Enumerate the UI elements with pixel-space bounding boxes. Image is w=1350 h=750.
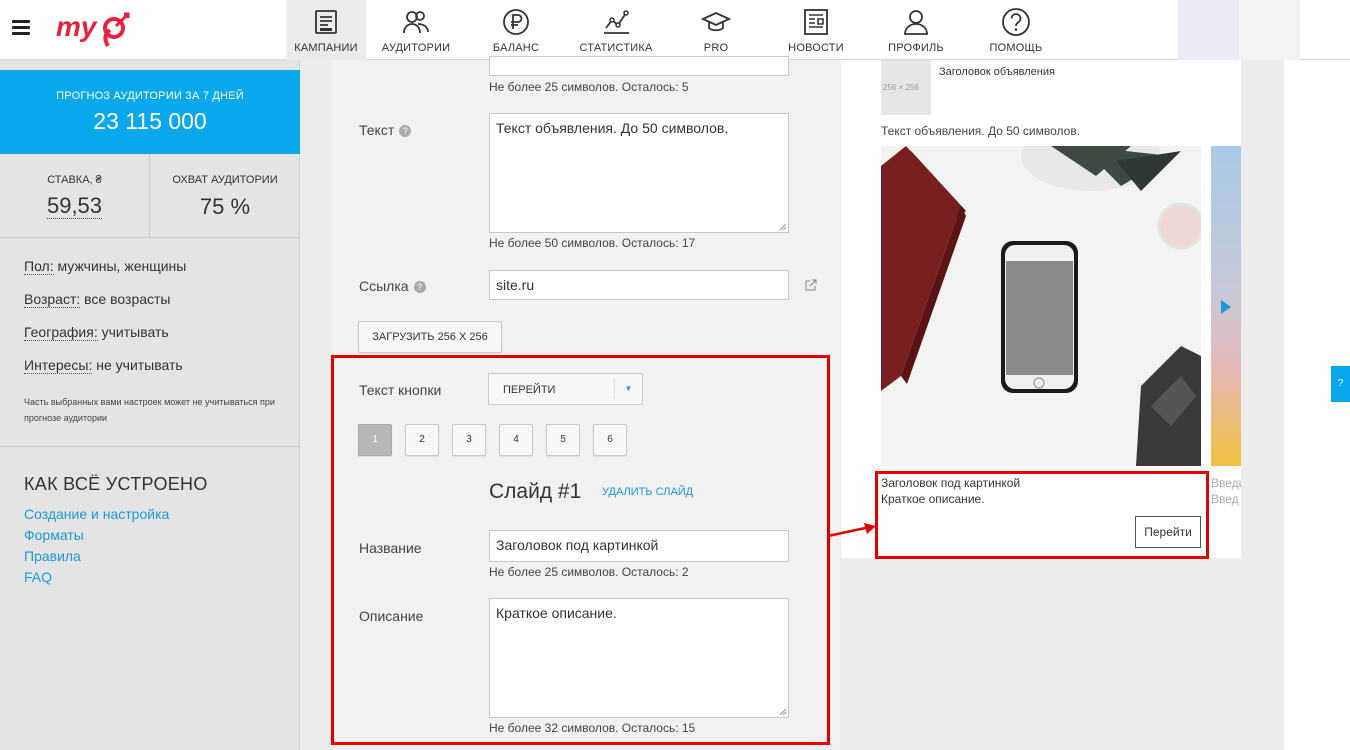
divider bbox=[0, 446, 300, 447]
link-setup[interactable]: Создание и настройка bbox=[24, 506, 169, 527]
help-icon bbox=[1002, 8, 1030, 36]
thumb-size: 256 × 256 bbox=[883, 83, 919, 92]
nav-audiences[interactable]: АУДИТОРИИ bbox=[366, 0, 466, 60]
resize-handle-icon[interactable] bbox=[779, 223, 787, 231]
next-caption-description: Введ bbox=[1211, 492, 1239, 506]
forecast-title: ПРОГНОЗ АУДИТОРИИ ЗА 7 ДНЕЙ bbox=[56, 90, 244, 102]
sidebar: ПРОГНОЗ АУДИТОРИИ ЗА 7 ДНЕЙ 23 115 000 С… bbox=[0, 60, 300, 750]
nav-pro[interactable]: PRO bbox=[666, 0, 766, 60]
link-faq[interactable]: FAQ bbox=[24, 569, 169, 590]
reach-stat: ОХВАТ АУДИТОРИИ 75 % bbox=[150, 154, 300, 238]
link-label: Ссылка? bbox=[359, 278, 426, 294]
param-value: учитывать bbox=[97, 324, 169, 340]
nav-label: ПРОФИЛЬ bbox=[888, 42, 944, 54]
question-icon[interactable]: ? bbox=[413, 281, 426, 293]
param-gender: Пол: мужчины, женщины bbox=[24, 258, 186, 291]
highlight-box bbox=[331, 355, 830, 745]
slide-image bbox=[881, 146, 1201, 466]
next-caption-title: Введи bbox=[1211, 476, 1241, 490]
param-age: Возраст: все возрасты bbox=[24, 291, 186, 324]
upload-button[interactable]: ЗАГРУЗИТЬ 256 X 256 bbox=[358, 321, 502, 353]
right-panel bbox=[1284, 60, 1350, 750]
nav-label: БАЛАНС bbox=[492, 42, 540, 54]
news-icon bbox=[804, 9, 828, 35]
nav-profile[interactable]: ПРОФИЛЬ bbox=[866, 0, 966, 60]
preview-thumbnail: 256 × 256 bbox=[881, 60, 931, 115]
how-it-works-title: КАК ВСЁ УСТРОЕНО bbox=[24, 474, 208, 494]
main-nav: КАМПАНИИ АУДИТОРИИ БАЛАНС СТАТИСТИКА PRO… bbox=[286, 0, 1066, 60]
next-arrow-icon[interactable] bbox=[1221, 300, 1231, 314]
nav-help[interactable]: ПОМОЩЬ bbox=[966, 0, 1066, 60]
param-key[interactable]: География: bbox=[24, 324, 98, 341]
targeting-params: Пол: мужчины, женщины Возраст: все возра… bbox=[24, 258, 186, 390]
highlight-box bbox=[875, 471, 1209, 559]
link-rules[interactable]: Правила bbox=[24, 548, 169, 569]
preview-headline: Заголовок объявления bbox=[939, 66, 1055, 78]
nav-campaigns[interactable]: КАМПАНИИ bbox=[286, 0, 366, 60]
top-bar-filler bbox=[1239, 0, 1300, 60]
param-geo: География: учитывать bbox=[24, 324, 186, 357]
audience-forecast: ПРОГНОЗ АУДИТОРИИ ЗА 7 ДНЕЙ 23 115 000 bbox=[0, 70, 300, 154]
title-input[interactable] bbox=[489, 56, 789, 76]
campaigns-icon bbox=[315, 10, 337, 34]
stats-row: СТАВКА, ₴ 59,53 ОХВАТ АУДИТОРИИ 75 % bbox=[0, 154, 300, 238]
text-label-text: Текст bbox=[359, 122, 395, 138]
param-value: все возрасты bbox=[80, 291, 171, 307]
param-key[interactable]: Интересы: bbox=[24, 357, 93, 374]
link-formats[interactable]: Форматы bbox=[24, 527, 169, 548]
nav-label: НОВОСТИ bbox=[788, 42, 844, 54]
param-key[interactable]: Возраст: bbox=[24, 291, 81, 308]
bid-stat: СТАВКА, ₴ 59,53 bbox=[0, 154, 150, 238]
help-tab[interactable]: ? bbox=[1331, 366, 1350, 402]
link-input[interactable]: site.ru bbox=[489, 270, 789, 300]
nav-label: АУДИТОРИИ bbox=[381, 42, 451, 54]
audiences-icon bbox=[403, 11, 429, 34]
external-link-icon[interactable] bbox=[805, 279, 817, 291]
text-hint: Не более 50 символов. Осталось: 17 bbox=[489, 236, 696, 250]
nav-balance[interactable]: БАЛАНС bbox=[466, 0, 566, 60]
nav-news[interactable]: НОВОСТИ bbox=[766, 0, 866, 60]
nav-label: ПОМОЩЬ bbox=[989, 42, 1043, 54]
param-key[interactable]: Пол: bbox=[24, 258, 54, 275]
param-value: мужчины, женщины bbox=[53, 258, 187, 274]
param-value: не учитывать bbox=[92, 357, 183, 373]
question-icon[interactable]: ? bbox=[399, 125, 412, 137]
top-bar-filler bbox=[1178, 0, 1239, 60]
text-textarea[interactable]: Текст объявления. До 50 символов. bbox=[489, 113, 789, 233]
nav-label: КАМПАНИИ bbox=[294, 42, 358, 54]
mytarget-logo[interactable]: my bbox=[54, 6, 138, 54]
link-label-text: Ссылка bbox=[359, 278, 409, 294]
menu-icon[interactable] bbox=[12, 20, 30, 36]
nav-label: СТАТИСТИКА bbox=[579, 42, 653, 54]
nav-label: PRO bbox=[703, 42, 729, 54]
reach-value: 75 % bbox=[199, 194, 251, 219]
text-label: Текст? bbox=[359, 122, 412, 138]
link-value: site.ru bbox=[496, 277, 535, 293]
text-value: Текст объявления. До 50 символов. bbox=[496, 120, 729, 136]
chart-icon bbox=[604, 10, 629, 34]
user-icon bbox=[904, 10, 928, 35]
bid-value[interactable]: 59,53 bbox=[46, 194, 103, 219]
title-hint: Не более 25 символов. Осталось: 5 bbox=[489, 80, 689, 94]
forecast-note: Часть выбранных вами настроек может не у… bbox=[24, 397, 275, 423]
preview-text: Текст объявления. До 50 символов. bbox=[881, 124, 1081, 138]
arrow-icon bbox=[827, 523, 876, 538]
forecast-value: 23 115 000 bbox=[93, 108, 207, 134]
nav-statistics[interactable]: СТАТИСТИКА bbox=[566, 0, 666, 60]
graduation-cap-icon bbox=[701, 12, 731, 32]
param-interests: Интересы: не учитывать bbox=[24, 357, 186, 390]
svg-text:my: my bbox=[56, 11, 98, 42]
ruble-icon bbox=[503, 9, 529, 35]
help-links: Создание и настройка Форматы Правила FAQ bbox=[24, 506, 169, 590]
reach-title: ОХВАТ АУДИТОРИИ bbox=[172, 174, 278, 186]
bid-title: СТАВКА, ₴ bbox=[47, 174, 102, 186]
top-bar: my КАМПАНИИ АУДИТОРИИ БАЛАНС СТАТИСТИКА … bbox=[0, 0, 1350, 60]
